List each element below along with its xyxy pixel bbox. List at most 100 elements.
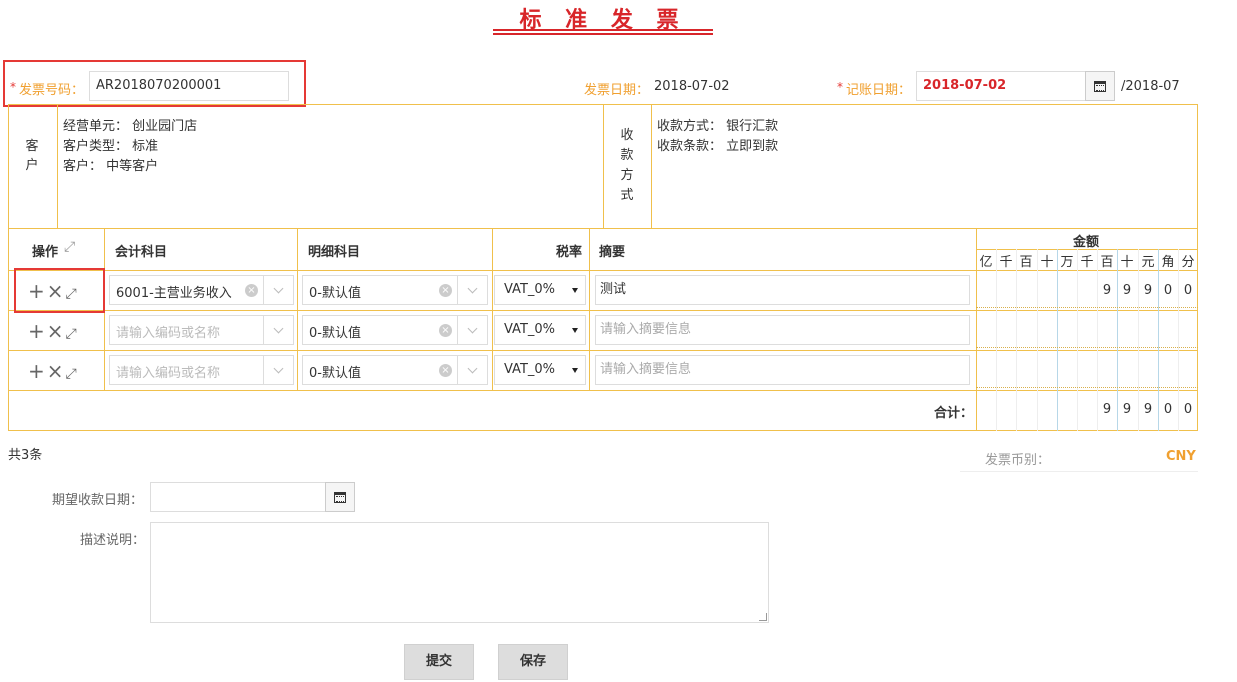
delete-row-icon[interactable]: × [47,319,66,343]
memo-input[interactable]: 请输入摘要信息 [595,315,970,345]
clear-icon[interactable]: × [439,364,452,377]
amount-digit: 0 [1163,283,1173,298]
amount-digit: 9 [1143,283,1153,298]
memo-input[interactable]: 请输入摘要信息 [595,355,970,385]
payment-method-text: 收款方式： 银行汇款 [657,119,779,134]
delete-row-icon[interactable]: × [47,279,66,303]
chevron-down-icon[interactable] [457,316,487,344]
payment-terms-text: 收款条款： 立即到款 [657,139,779,154]
total-digit: 9 [1102,402,1112,417]
posting-date-input[interactable]: 2018-07-02 [916,71,1086,101]
add-row-icon[interactable]: + [28,279,47,303]
tax-select[interactable]: VAT_0% [494,315,586,345]
row-ops: +×⤢ [28,281,79,304]
digit-header: 百 [1019,255,1033,270]
title-underline [493,29,713,31]
clear-icon[interactable]: × [439,284,452,297]
account-select[interactable]: 请输入编码或名称 [109,315,294,345]
add-row-icon[interactable]: + [28,359,47,383]
tax-select[interactable]: VAT_0% [494,355,586,385]
row-count: 共3条 [8,448,43,463]
expand-all-icon[interactable]: ⤢ [64,239,75,255]
detail-select[interactable]: 0-默认值 × [302,355,488,385]
calendar-icon [334,491,346,503]
title-underline-2 [493,33,713,35]
tax-value: VAT_0% [504,362,556,377]
digit-header: 亿 [979,255,993,270]
tax-value: VAT_0% [504,282,556,297]
expected-date-input[interactable] [150,482,326,512]
submit-button[interactable]: 提交 [404,644,474,680]
row-ops: +×⤢ [28,321,79,344]
period-text: /2018-07 [1121,79,1180,94]
currency-label: 发票币别： [985,453,1051,468]
tax-header: 税率 [556,245,583,260]
account-select[interactable]: 请输入编码或名称 [109,355,294,385]
chevron-down-icon[interactable] [263,276,293,304]
row-ops: +×⤢ [28,361,79,384]
chevron-down-icon[interactable] [457,356,487,384]
resize-handle[interactable] [759,613,767,621]
caret-down-icon [572,328,578,333]
account-value: 请输入编码或名称 [116,366,221,381]
chevron-down-icon[interactable] [457,276,487,304]
account-value: 6001-主营业务收入 [116,286,232,301]
digit-header: 万 [1060,255,1074,270]
account-header: 会计科目 [115,245,168,260]
detail-select[interactable]: 0-默认值 × [302,275,488,305]
detail-value: 0-默认值 [309,286,361,301]
digit-header: 角 [1161,255,1175,270]
expected-date-label: 期望收款日期： [52,493,144,508]
payment-info: 收款方式： 银行汇款 收款条款： 立即到款 [657,117,778,157]
required-mark: * [837,80,843,94]
clear-icon[interactable]: × [245,284,258,297]
detail-value: 0-默认值 [309,366,361,381]
expand-row-icon[interactable]: ⤢ [66,326,79,342]
customer-type-text: 客户类型： 标准 [63,139,159,154]
delete-row-icon[interactable]: × [47,359,66,383]
currency-value: CNY [1166,449,1196,464]
business-unit-text: 经营单元： 创业园门店 [63,119,198,134]
invoice-no-input[interactable]: AR2018070200001 [89,71,289,101]
posting-date-calendar-button[interactable] [1085,71,1115,101]
add-row-icon[interactable]: + [28,319,47,343]
invoice-date-label: 发票日期： [584,83,650,98]
posting-date-label: 记账日期： [846,83,912,98]
account-value: 请输入编码或名称 [116,326,221,341]
chevron-down-icon[interactable] [263,316,293,344]
digit-header: 百 [1100,255,1114,270]
required-mark: * [10,80,16,94]
digit-header: 元 [1141,255,1155,270]
expand-row-icon[interactable]: ⤢ [66,366,79,382]
total-label: 合计： [934,406,974,421]
caret-down-icon [572,368,578,373]
tax-select[interactable]: VAT_0% [494,275,586,305]
invoice-no-label: 发票号码： [19,83,85,98]
customer-info: 经营单元： 创业园门店 客户类型： 标准 客户： 中等客户 [63,117,197,177]
memo-input[interactable]: 测试 [595,275,970,305]
save-button[interactable]: 保存 [498,644,568,680]
total-digit: 9 [1143,402,1153,417]
caret-down-icon [572,288,578,293]
ops-header: 操作 [32,245,59,260]
expand-row-icon[interactable]: ⤢ [66,286,79,302]
chevron-down-icon[interactable] [263,356,293,384]
detail-select[interactable]: 0-默认值 × [302,315,488,345]
clear-icon[interactable]: × [439,324,452,337]
total-digit: 9 [1122,402,1132,417]
description-label: 描述说明： [80,533,146,548]
account-select[interactable]: 6001-主营业务收入 × [109,275,294,305]
digit-header: 十 [1120,255,1134,270]
digit-header: 十 [1040,255,1054,270]
payment-side-label: 收款方式 [620,128,634,203]
tax-value: VAT_0% [504,322,556,337]
invoice-date-value: 2018-07-02 [654,79,730,94]
detail-value: 0-默认值 [309,326,361,341]
total-digit: 0 [1183,402,1193,417]
detail-header: 明细科目 [308,245,361,260]
expected-date-calendar-button[interactable] [325,482,355,512]
calendar-icon [1094,80,1106,92]
customer-name-text: 客户： 中等客户 [63,159,159,174]
description-textarea[interactable] [150,522,769,623]
customer-side-label: 客户 [25,139,39,173]
